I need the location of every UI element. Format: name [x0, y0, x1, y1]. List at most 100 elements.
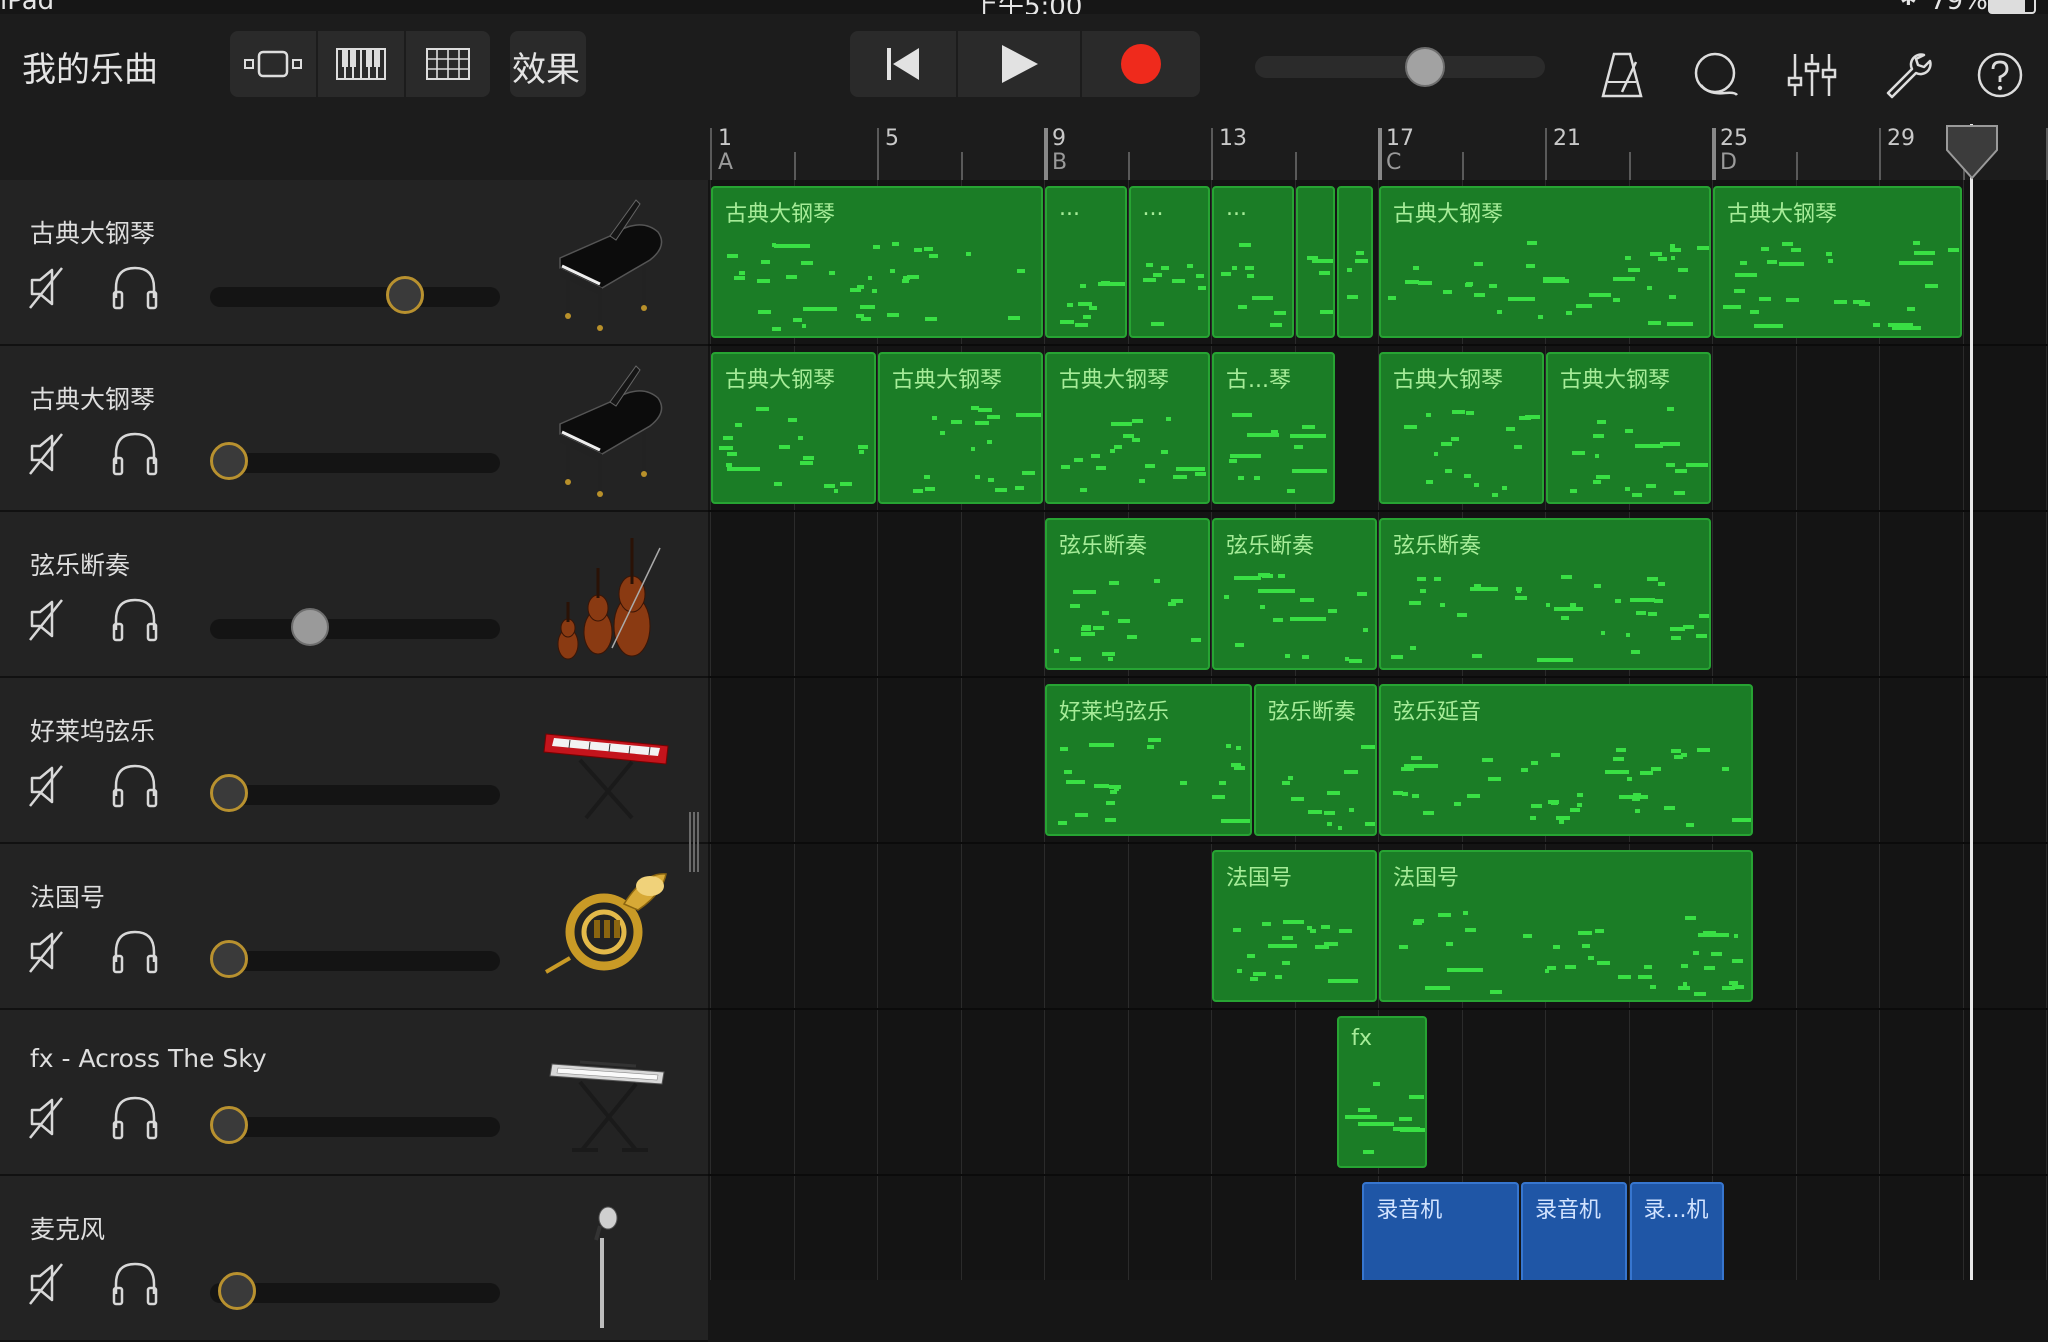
- track-volume-slider[interactable]: [210, 608, 500, 646]
- mute-button[interactable]: [26, 1260, 72, 1306]
- midi-region[interactable]: 古典大钢琴: [1713, 186, 1962, 338]
- midi-region[interactable]: 法国号: [1212, 850, 1377, 1002]
- midi-note: [726, 466, 761, 471]
- track-header[interactable]: 古典大钢琴: [0, 346, 708, 512]
- midi-region[interactable]: 古典大钢琴: [878, 352, 1043, 504]
- mute-button[interactable]: [26, 762, 72, 808]
- track-volume-slider[interactable]: [210, 276, 500, 314]
- mixer-button[interactable]: [1780, 43, 1844, 107]
- rewind-button[interactable]: [850, 31, 956, 97]
- keyboard-view-button[interactable]: [318, 31, 404, 97]
- track-volume-knob[interactable]: [386, 276, 425, 314]
- midi-note: [1550, 801, 1558, 806]
- track-header[interactable]: 古典大钢琴: [0, 180, 708, 346]
- solo-button[interactable]: [110, 928, 160, 974]
- track-volume-knob[interactable]: [210, 940, 248, 978]
- settings-button[interactable]: [1876, 43, 1940, 107]
- solo-button[interactable]: [110, 1260, 160, 1306]
- audio-region[interactable]: 录音机: [1520, 1182, 1628, 1280]
- midi-note: [1274, 311, 1287, 316]
- solo-button[interactable]: [110, 264, 160, 310]
- midi-region[interactable]: ...: [1212, 186, 1294, 338]
- track-volume-knob[interactable]: [210, 774, 248, 812]
- midi-note: [1444, 468, 1453, 473]
- mute-button[interactable]: [26, 264, 72, 310]
- midi-note: [1195, 472, 1206, 477]
- track-volume-slider[interactable]: [210, 774, 500, 812]
- my-songs-button[interactable]: 我的乐曲: [22, 42, 158, 91]
- help-button[interactable]: [1968, 43, 2032, 107]
- midi-region[interactable]: 弦乐断奏: [1253, 684, 1377, 836]
- midi-region[interactable]: 弦乐断奏: [1212, 518, 1377, 670]
- midi-region[interactable]: ...: [1128, 186, 1210, 338]
- mute-button[interactable]: [26, 596, 72, 642]
- midi-region[interactable]: 古典大钢琴: [1379, 352, 1544, 504]
- track-volume-knob[interactable]: [210, 1106, 248, 1144]
- mute-button[interactable]: [26, 928, 72, 974]
- arrangement-area[interactable]: 古典大钢琴......... 古典大钢琴 古典大钢琴 古典大钢琴 古典大钢琴 古典大钢琴古…: [708, 180, 2048, 1280]
- track-volume-slider[interactable]: [210, 1106, 500, 1144]
- audio-region[interactable]: 录音机: [1362, 1182, 1519, 1280]
- track-header[interactable]: fx - Across The Sky: [0, 1010, 708, 1176]
- master-volume-knob[interactable]: [1405, 47, 1445, 87]
- mute-button[interactable]: [26, 1094, 72, 1140]
- solo-button[interactable]: [110, 596, 160, 642]
- midi-region[interactable]: 弦乐断奏: [1379, 518, 1711, 670]
- track-volume-slider[interactable]: [210, 940, 500, 978]
- loop-browser-button[interactable]: [1683, 43, 1747, 107]
- midi-region[interactable]: ...: [1045, 186, 1127, 338]
- instrument-icon[interactable]: [540, 860, 676, 996]
- track-header[interactable]: 弦乐断奏: [0, 512, 708, 678]
- track-header[interactable]: 麦克风: [0, 1176, 708, 1342]
- midi-note: [1069, 657, 1081, 662]
- midi-region[interactable]: 法国号: [1379, 850, 1753, 1002]
- midi-region[interactable]: [1337, 186, 1373, 338]
- master-volume-slider[interactable]: [1255, 47, 1545, 87]
- instrument-icon[interactable]: [540, 362, 676, 498]
- record-button[interactable]: [1082, 31, 1200, 97]
- play-icon: [1002, 45, 1038, 83]
- midi-region[interactable]: 古典大钢琴: [711, 186, 1043, 338]
- track-volume-slider[interactable]: [210, 442, 500, 480]
- track-header[interactable]: 法国号: [0, 844, 708, 1010]
- instrument-icon[interactable]: [540, 196, 676, 332]
- midi-note: [889, 269, 896, 274]
- metronome-button[interactable]: [1590, 43, 1654, 107]
- solo-button[interactable]: [110, 762, 160, 808]
- mute-button[interactable]: [26, 430, 72, 476]
- midi-note: [1346, 267, 1352, 272]
- midi-region[interactable]: 古...琴: [1212, 352, 1336, 504]
- timeline-ruler[interactable]: 1 5 9 13 17 21 25 29 A B C D: [708, 122, 2048, 180]
- midi-region[interactable]: 弦乐延音: [1379, 684, 1753, 836]
- header-resize-handle[interactable]: [688, 812, 700, 872]
- tracks-view-button[interactable]: [230, 31, 316, 97]
- midi-region[interactable]: 古典大钢琴: [711, 352, 876, 504]
- instrument-icon[interactable]: [540, 1192, 676, 1328]
- track-volume-knob[interactable]: [290, 608, 329, 646]
- audio-region[interactable]: 录...机: [1629, 1182, 1724, 1280]
- midi-note: [1237, 304, 1248, 309]
- grid-view-button[interactable]: [406, 31, 490, 97]
- track-volume-slider[interactable]: [210, 1272, 500, 1310]
- track-volume-knob[interactable]: [217, 1272, 256, 1310]
- instrument-icon[interactable]: [540, 1026, 676, 1162]
- midi-note: [858, 450, 864, 455]
- midi-region[interactable]: 弦乐断奏: [1045, 518, 1210, 670]
- fx-button[interactable]: 效果: [510, 31, 586, 97]
- midi-region[interactable]: 古典大钢琴: [1379, 186, 1711, 338]
- midi-region[interactable]: 好莱坞弦乐: [1045, 684, 1252, 836]
- play-button[interactable]: [958, 31, 1080, 97]
- solo-button[interactable]: [110, 430, 160, 476]
- instrument-icon[interactable]: [540, 694, 676, 830]
- midi-note: [1635, 610, 1647, 615]
- midi-region[interactable]: 古典大钢琴: [1045, 352, 1210, 504]
- midi-region[interactable]: 古典大钢琴: [1546, 352, 1711, 504]
- track-header[interactable]: 好莱坞弦乐: [0, 678, 708, 844]
- midi-region[interactable]: fx: [1337, 1016, 1428, 1168]
- playhead-handle[interactable]: [1945, 124, 1999, 180]
- solo-button[interactable]: [110, 1094, 160, 1140]
- midi-region[interactable]: [1295, 186, 1336, 338]
- track-volume-knob[interactable]: [210, 442, 248, 480]
- instrument-icon[interactable]: [540, 528, 676, 664]
- midi-note: [1447, 968, 1483, 973]
